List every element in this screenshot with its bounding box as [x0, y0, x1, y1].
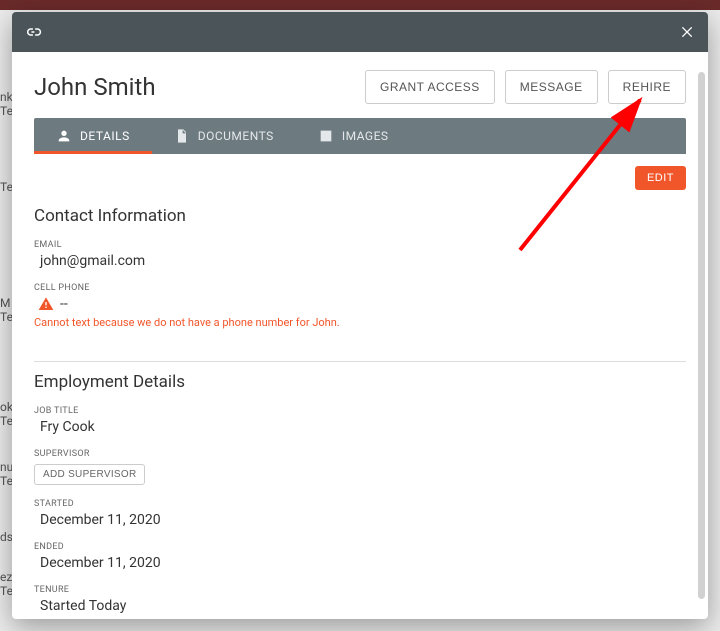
section-contact-information: Contact Information EMAIL john@gmail.com… — [34, 196, 686, 362]
field-email: EMAIL john@gmail.com — [34, 240, 686, 269]
close-icon[interactable] — [680, 24, 696, 40]
value-cell-phone: -- — [60, 296, 68, 312]
message-button[interactable]: MESSAGE — [505, 70, 598, 104]
value-ended: December 11, 2020 — [34, 555, 686, 571]
value-tenure: Started Today — [34, 598, 686, 614]
field-started: STARTED December 11, 2020 — [34, 499, 686, 528]
scrollbar-thumb[interactable] — [698, 72, 705, 599]
details-scroll-area[interactable]: EDIT Contact Information EMAIL john@gmai… — [12, 154, 708, 619]
label-ended: ENDED — [34, 542, 686, 552]
field-ended: ENDED December 11, 2020 — [34, 542, 686, 571]
modal-header — [12, 12, 708, 52]
tab-documents[interactable]: DOCUMENTS — [152, 118, 296, 154]
label-tenure: TENURE — [34, 585, 686, 595]
tab-images[interactable]: IMAGES — [296, 118, 411, 154]
value-job-title: Fry Cook — [34, 419, 686, 435]
label-cell-phone: CELL PHONE — [34, 283, 686, 293]
employee-name: John Smith — [34, 73, 355, 101]
warning-icon — [38, 296, 54, 312]
link-icon[interactable] — [24, 23, 42, 41]
label-supervisor: SUPERVISOR — [34, 449, 686, 459]
value-email: john@gmail.com — [34, 253, 686, 269]
add-supervisor-button[interactable]: ADD SUPERVISOR — [34, 464, 145, 485]
section-title-contact: Contact Information — [34, 206, 686, 226]
grant-access-button[interactable]: GRANT ACCESS — [365, 70, 495, 104]
tab-documents-label: DOCUMENTS — [198, 129, 274, 143]
label-started: STARTED — [34, 499, 686, 509]
field-tenure: TENURE Started Today — [34, 585, 686, 614]
label-email: EMAIL — [34, 240, 686, 250]
section-title-employment: Employment Details — [34, 372, 686, 392]
label-job-title: JOB TITLE — [34, 406, 686, 416]
tab-details-label: DETAILS — [80, 129, 130, 143]
tab-bar: DETAILS DOCUMENTS IMAGES — [34, 118, 686, 154]
title-row: John Smith GRANT ACCESS MESSAGE REHIRE — [12, 52, 708, 118]
cell-phone-warning-text: Cannot text because we do not have a pho… — [34, 316, 686, 329]
rehire-button[interactable]: REHIRE — [608, 70, 686, 104]
section-employment-details: Employment Details JOB TITLE Fry Cook SU… — [34, 362, 686, 619]
field-cell-phone: CELL PHONE -- Cannot text because we do … — [34, 283, 686, 329]
tab-details[interactable]: DETAILS — [34, 118, 152, 154]
field-supervisor: SUPERVISOR ADD SUPERVISOR — [34, 449, 686, 485]
employee-detail-modal: John Smith GRANT ACCESS MESSAGE REHIRE D… — [12, 12, 708, 619]
tab-images-label: IMAGES — [342, 129, 389, 143]
edit-button[interactable]: EDIT — [635, 166, 686, 190]
value-started: December 11, 2020 — [34, 512, 686, 528]
field-job-title: JOB TITLE Fry Cook — [34, 406, 686, 435]
